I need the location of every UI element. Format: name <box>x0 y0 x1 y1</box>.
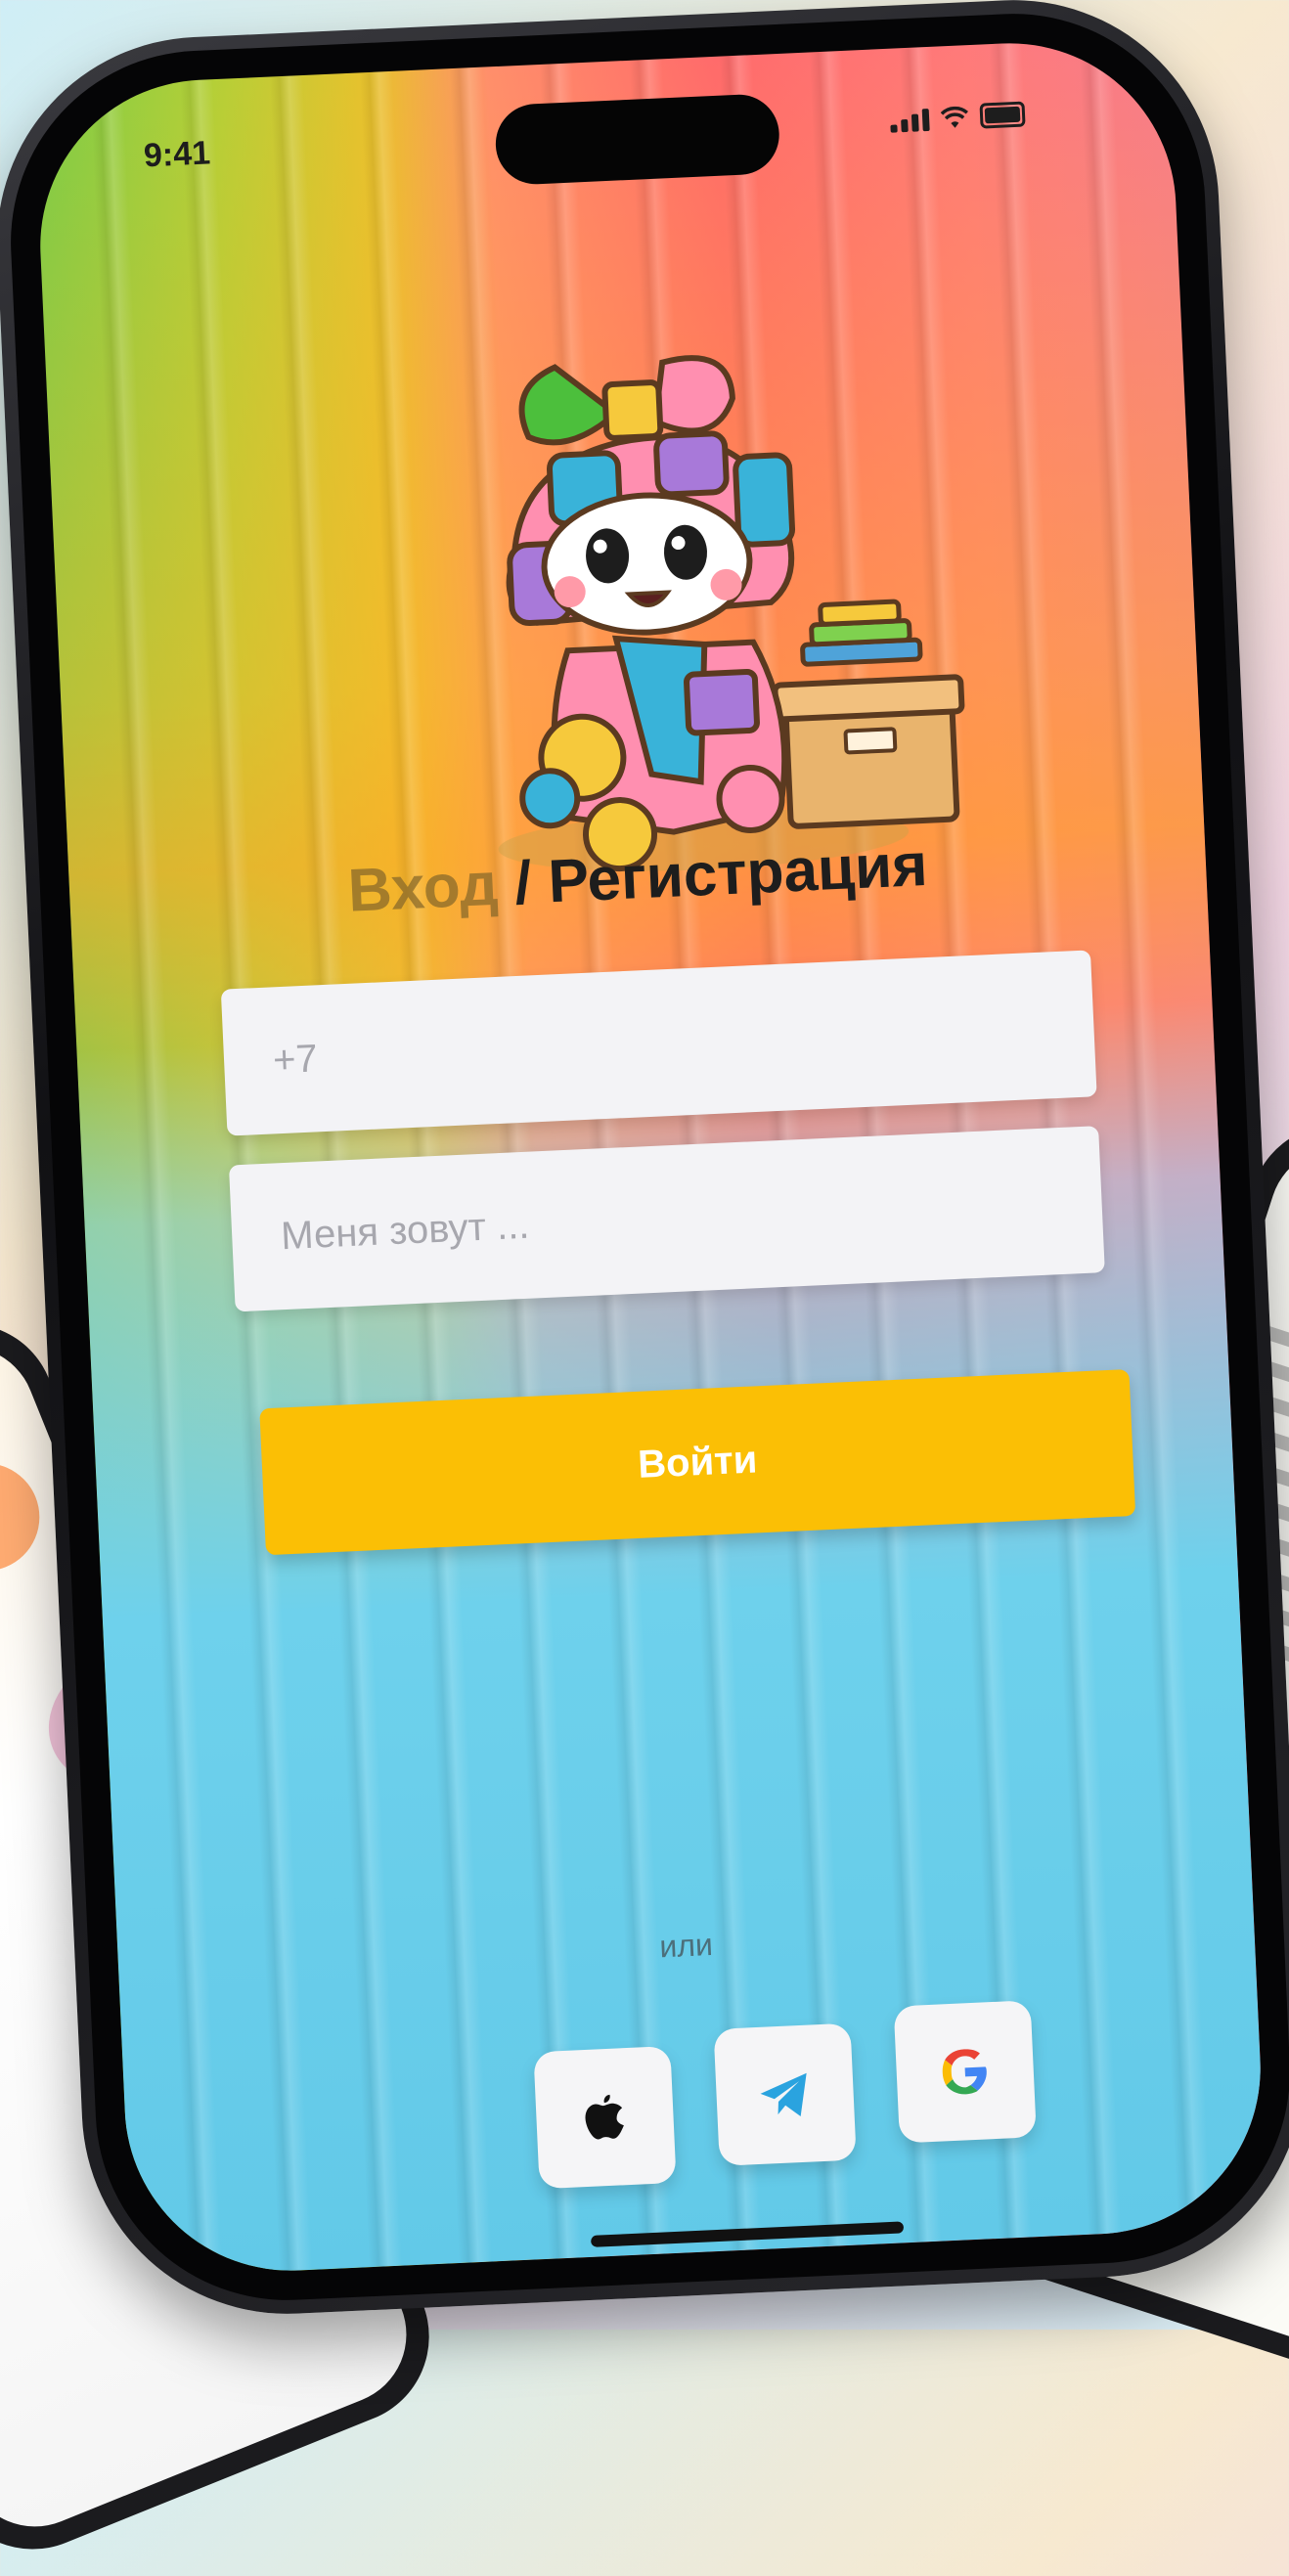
telegram-icon <box>760 2072 807 2117</box>
wifi-icon <box>940 106 969 130</box>
title-login-word[interactable]: Вход <box>346 851 499 925</box>
name-input[interactable] <box>278 1176 1103 1260</box>
apple-icon <box>585 2094 624 2140</box>
battery-icon <box>979 101 1026 129</box>
login-button[interactable]: Войти <box>259 1369 1136 1556</box>
screen-content: 9:41 Вход / Регистрация +7 Меня зовут ..… <box>33 36 1268 2278</box>
status-icons <box>890 101 1026 133</box>
phone-frame: 9:41 Вход / Регистрация +7 Меня зовут ..… <box>0 0 1289 2324</box>
mascot-doll-illustration <box>498 355 965 872</box>
status-time: 9:41 <box>143 134 211 175</box>
apple-login-button[interactable] <box>533 2046 677 2190</box>
cellular-signal-icon <box>890 108 930 133</box>
google-icon <box>942 2049 987 2095</box>
home-indicator[interactable] <box>590 2221 905 2247</box>
background-decoration <box>0 1446 56 1587</box>
phone-field <box>220 950 1097 1136</box>
login-screen: 9:41 Вход / Регистрация +7 Меня зовут ..… <box>32 35 1268 2279</box>
or-divider-label: или <box>658 1926 714 1965</box>
title-separator: / <box>496 848 551 918</box>
telegram-login-button[interactable] <box>713 2022 857 2166</box>
name-field <box>228 1126 1105 1312</box>
title-register-word[interactable]: Регистрация <box>547 831 929 916</box>
google-login-button[interactable] <box>893 2000 1037 2144</box>
dynamic-island <box>494 92 781 187</box>
phone-bezel: 9:41 Вход / Регистрация +7 Меня зовут ..… <box>2 5 1289 2309</box>
phone-input[interactable] <box>270 999 1095 1084</box>
